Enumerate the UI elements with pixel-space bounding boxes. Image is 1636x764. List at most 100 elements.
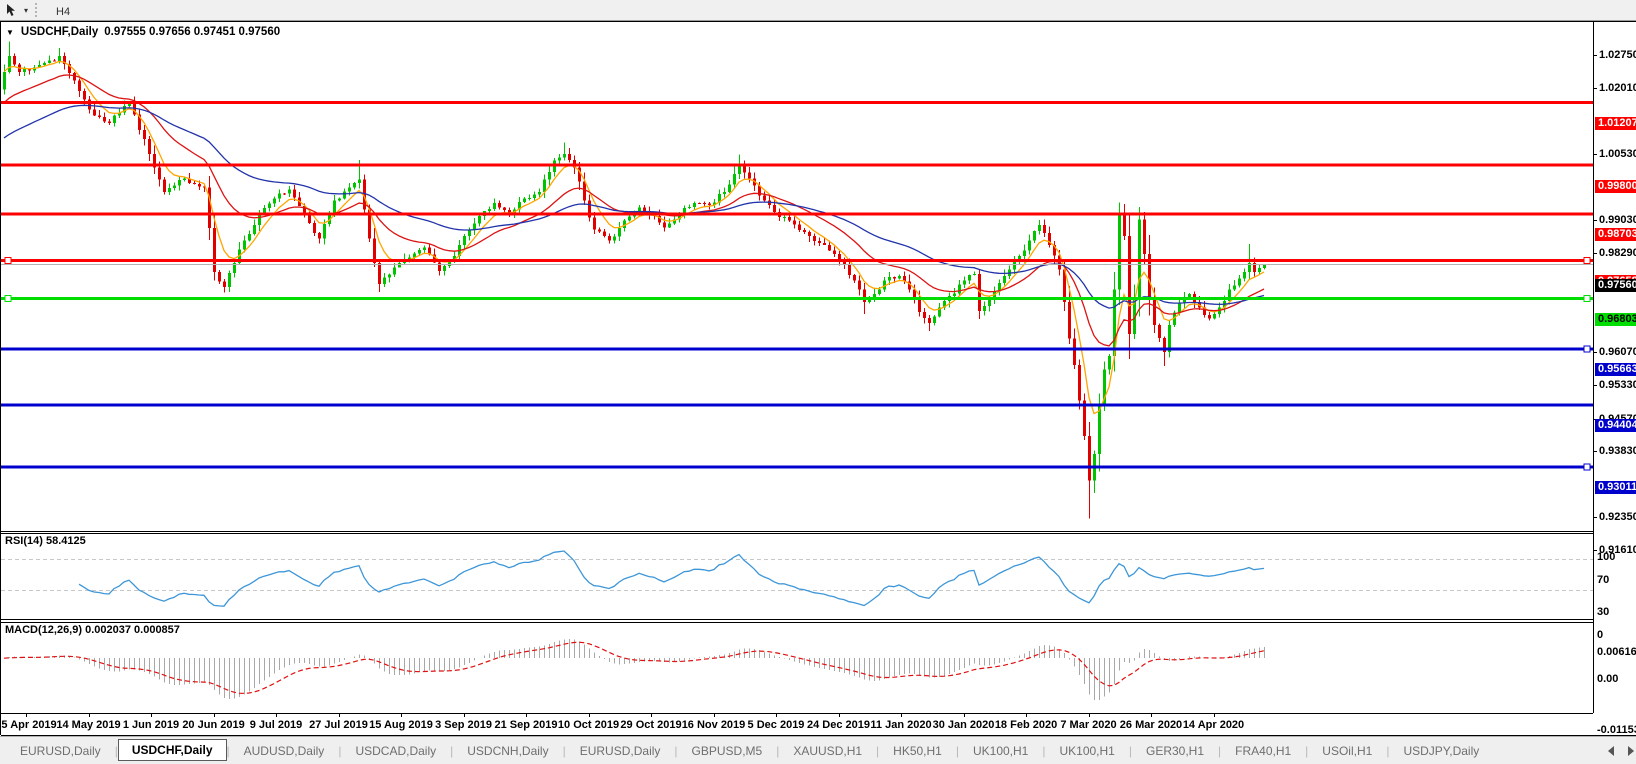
date-tickmark [213, 713, 215, 717]
chart-title: ▼ USDCHF,Daily 0.97555 0.97656 0.97451 0… [6, 26, 280, 38]
toolbar: ▾ M1M5M15M30H1H4D1W1MN [0, 0, 1636, 107]
level-price-label[interactable]: 0.94404 [1595, 419, 1636, 433]
ma-slow-line [3, 104, 1265, 309]
price-tick-label: 0.99030 [1599, 214, 1636, 227]
horizontal-level-lines[interactable] [1, 101, 1593, 469]
price-tickmark [1593, 351, 1597, 353]
chart-tab-usdjpy-daily[interactable]: USDJPY,Daily [1389, 740, 1493, 762]
tab-scroll-right-icon[interactable] [1628, 746, 1634, 756]
date-tickmark [776, 713, 777, 717]
cursor-icon [6, 3, 15, 16]
price-tickmark [1593, 253, 1597, 255]
macd-axis-label: 0.00 [1597, 673, 1619, 686]
panel-divider[interactable] [1, 622, 1593, 623]
chart-tab-usdchf-daily[interactable]: USDCHF,Daily [117, 739, 227, 761]
rsi-axis-label: 30 [1597, 605, 1610, 618]
date-tickmark [838, 713, 840, 717]
ohlc-values: 0.97555 0.97656 0.97451 0.97560 [104, 26, 281, 38]
chart-tab-usdcnh-daily[interactable]: USDCNH,Daily [453, 740, 562, 762]
panel-divider[interactable] [1, 533, 1593, 534]
price-tick-label: 0.98290 [1599, 247, 1636, 260]
macd-axis-label: -0.011533 [1597, 724, 1636, 736]
level-price-label[interactable]: 0.95663 [1595, 363, 1636, 377]
chart-tab-eurusd-daily[interactable]: EURUSD,Daily [6, 740, 115, 762]
symbol-label: USDCHF,Daily [20, 26, 99, 38]
chart-tab-xauusd-h1[interactable]: XAUUSD,H1 [779, 740, 876, 762]
price-tickmark [1593, 87, 1597, 89]
price-tick-label: 1.02750 [1599, 49, 1636, 61]
date-tickmark [276, 713, 277, 717]
candles [3, 41, 1266, 519]
rsi-indicator-label: RSI(14) 58.4125 [5, 535, 86, 547]
tf-button-h4[interactable]: H4 [47, 3, 86, 21]
price-axis-border [1593, 22, 1594, 713]
level-price-label[interactable]: 0.93011 [1595, 481, 1636, 495]
chart-tab-gbpusd-m5[interactable]: GBPUSD,M5 [678, 740, 777, 762]
price-tickmark [1593, 517, 1597, 519]
date-tickmark [588, 713, 590, 717]
date-label: 14 Apr 2020 [1182, 719, 1245, 731]
date-tickmark [338, 713, 340, 717]
date-tickmark [1026, 713, 1027, 717]
price-tick-label: 0.93830 [1599, 445, 1636, 458]
chart-tab-uk100-h1[interactable]: UK100,H1 [1045, 740, 1128, 762]
level-handles[interactable] [4, 256, 1591, 471]
macd-name: MACD(12,26,9) [5, 624, 83, 636]
chart-tab-usoil-h1[interactable]: USOil,H1 [1308, 740, 1386, 762]
mt4-terminal: ▾ M1M5M15M30H1H4D1W1MN ▼ USDCHF,Daily 0.… [0, 0, 1636, 764]
symbol-dropdown-icon[interactable]: ▼ [6, 28, 14, 37]
current-price-label: 0.97560 [1595, 279, 1636, 293]
chart-tab-fra40-h1[interactable]: FRA40,H1 [1221, 740, 1305, 762]
level-price-label[interactable]: 0.96803 [1595, 312, 1636, 326]
panel-border [1, 713, 1593, 714]
date-tickmark [526, 713, 527, 717]
level-price-label[interactable]: 0.98703 [1595, 228, 1636, 242]
date-tickmark [713, 713, 715, 717]
date-tickmark [88, 713, 90, 717]
level-price-label[interactable]: 1.01207 [1595, 117, 1636, 131]
macd-values: 0.002037 0.000857 [85, 624, 180, 636]
date-tickmark [901, 713, 902, 717]
rsi-axis-label: 70 [1597, 574, 1610, 587]
level-price-label[interactable]: 0.99800 [1595, 179, 1636, 193]
price-tick-label: 0.95330 [1599, 378, 1636, 391]
panel-divider[interactable] [1, 531, 1593, 532]
date-tickmark [1151, 713, 1152, 717]
chart-tab-bar: EURUSD,Daily | USDCHF,Daily | AUDUSD,Daily | U… [0, 736, 1636, 764]
date-tickmark [963, 713, 965, 717]
panel-divider[interactable] [1, 619, 1593, 620]
date-tickmark [26, 713, 27, 717]
toolbar-grip [35, 3, 42, 17]
price-tickmark [1593, 153, 1597, 155]
date-tickmark [463, 713, 465, 717]
chart-window: ▼ USDCHF,Daily 0.97555 0.97656 0.97451 0… [0, 21, 1636, 736]
price-tick-label: 0.92350 [1599, 511, 1636, 524]
tab-scroll-left-icon[interactable] [1608, 746, 1614, 756]
macd-signal-line [3, 641, 1265, 695]
chart-tab-eurusd-daily[interactable]: EURUSD,Daily [566, 740, 675, 762]
macd-canvas[interactable] [1, 623, 1593, 713]
chart-tab-audusd-daily[interactable]: AUDUSD,Daily [230, 740, 339, 762]
chart-tab-uk100-h1[interactable]: UK100,H1 [959, 740, 1042, 762]
rsi-name: RSI(14) [5, 535, 43, 547]
date-tickmark [651, 713, 652, 717]
dropdown-caret-icon[interactable]: ▾ [20, 6, 32, 15]
macd-axis-label: 0.006167 [1597, 646, 1636, 658]
price-tickmark [1593, 384, 1597, 386]
chart-tab-usdcad-daily[interactable]: USDCAD,Daily [341, 740, 450, 762]
chart-tab-hk50-h1[interactable]: HK50,H1 [879, 740, 956, 762]
rsi-canvas[interactable] [1, 533, 1593, 619]
macd-indicator-label: MACD(12,26,9) 0.002037 0.000857 [5, 624, 180, 636]
chart-tab-ger30-h1[interactable]: GER30,H1 [1132, 740, 1218, 762]
rsi-axis-label: 0 [1597, 629, 1604, 641]
rsi-axis-label: 100 [1597, 551, 1616, 563]
price-tickmark [1593, 220, 1597, 222]
cursor-tool-button[interactable] [2, 2, 20, 18]
date-tickmark [1213, 713, 1215, 717]
rsi-value: 58.4125 [45, 535, 86, 547]
macd-histogram [9, 639, 1265, 700]
price-tickmark [1593, 55, 1597, 56]
price-tickmark [1593, 451, 1597, 453]
main-chart-canvas[interactable] [1, 22, 1593, 531]
price-tick-label: 1.02010 [1599, 81, 1636, 94]
